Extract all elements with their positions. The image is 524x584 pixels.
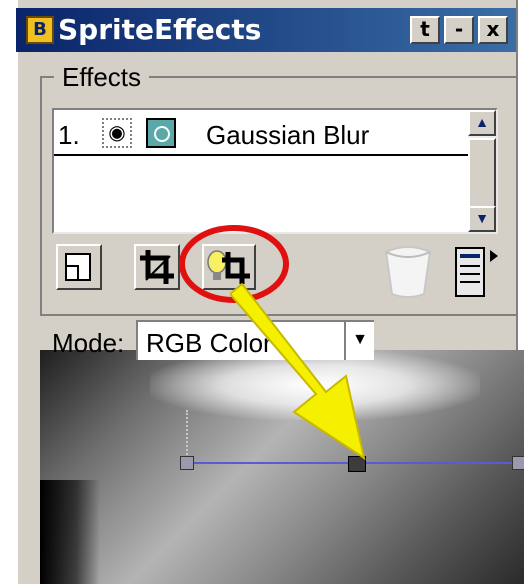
title-bar[interactable]: B SpriteEffects t - x (16, 8, 516, 52)
minimize-button[interactable]: - (444, 16, 474, 44)
selection-guide-vertical (186, 410, 188, 462)
new-effect-button[interactable] (56, 244, 102, 290)
visibility-eye-icon[interactable]: ◉ (102, 118, 132, 148)
crop-icon (140, 250, 174, 284)
effects-group-label: Effects (54, 62, 150, 93)
selection-handle-left[interactable] (180, 456, 194, 470)
crop-button[interactable] (134, 244, 180, 290)
effect-index: 1. (58, 120, 80, 150)
window-title: SpriteEffects (58, 13, 262, 46)
list-scrollbar[interactable]: ▲ ▼ (468, 110, 496, 232)
close-button[interactable]: x (478, 16, 508, 44)
selection-handle-right[interactable] (512, 456, 524, 470)
effect-type-icon (146, 118, 176, 148)
scroll-thumb[interactable] (468, 138, 496, 210)
mode-label: Mode: (52, 328, 125, 358)
new-effect-icon (65, 253, 91, 281)
scroll-down-button[interactable]: ▼ (468, 206, 496, 232)
canvas-shadow (40, 480, 100, 584)
pin-button[interactable]: t (410, 16, 440, 44)
scroll-up-button[interactable]: ▲ (468, 110, 496, 136)
effect-row[interactable]: 1. ◉ Gaussian Blur (54, 114, 468, 156)
app-icon: B (26, 16, 54, 44)
effect-name: Gaussian Blur (206, 120, 370, 150)
trash-icon[interactable] (378, 240, 438, 300)
annotation-arrow (230, 282, 366, 461)
effects-list[interactable]: 1. ◉ Gaussian Blur ▲ ▼ (52, 108, 498, 234)
options-icon[interactable] (452, 240, 502, 300)
